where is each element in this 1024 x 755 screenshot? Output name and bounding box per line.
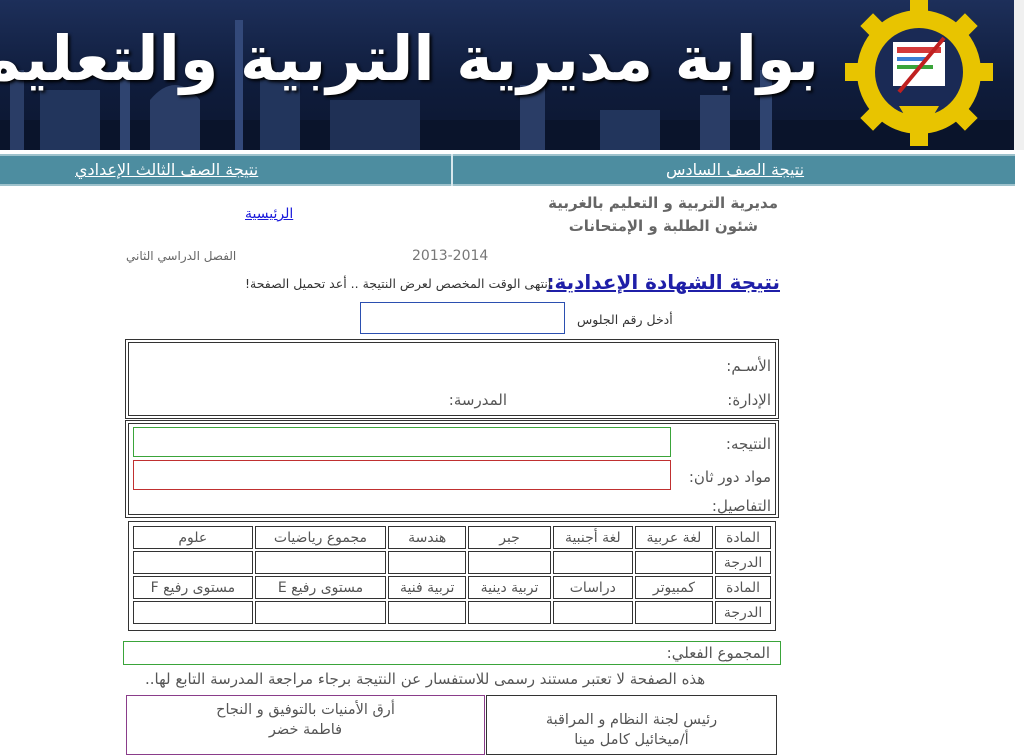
disclaimer-text: هذه الصفحة لا تعتبر مستند رسمى للاستفسار… bbox=[145, 670, 706, 688]
actual-total-label: المجموع الفعلي: bbox=[666, 644, 770, 662]
nav-link-sixth-grade-result[interactable]: نتيجة الصف السادس bbox=[666, 156, 804, 184]
academic-year: 2013-2014 bbox=[412, 248, 489, 264]
committee-head-title: رئيس لجنة النظام و المراقبة bbox=[545, 712, 718, 728]
table-cell: الدرجة bbox=[715, 551, 771, 574]
second-round-label: مواد دور ثان: bbox=[688, 468, 771, 486]
wishes-text: أرق الأمنيات بالتوفيق و النجاح bbox=[216, 702, 395, 718]
name-label: الأسـم: bbox=[726, 357, 771, 375]
table-cell bbox=[468, 551, 551, 574]
banner-title: بوابة مديرية التربية والتعليم بالغربية bbox=[0, 22, 819, 95]
certificate-result-title: نتيجة الشهادة الإعدادية: bbox=[546, 270, 780, 294]
seat-number-label: أدخل رقم الجلوس bbox=[577, 312, 673, 327]
table-cell: مجموع رياضيات bbox=[254, 526, 387, 549]
committee-head-name: أ/ميخائيل كامل مينا bbox=[574, 732, 689, 748]
table-cell bbox=[634, 601, 714, 624]
site-banner: بوابة مديرية التربية والتعليم بالغربية bbox=[0, 0, 1014, 150]
directorate-name: مديرية التربية و التعليم بالغربية bbox=[548, 194, 778, 212]
table-row: الدرجة bbox=[133, 601, 771, 624]
table-cell: تربية فنية bbox=[388, 576, 467, 599]
table-cell bbox=[388, 551, 467, 574]
school-label: المدرسة: bbox=[448, 391, 507, 409]
administration-label: الإدارة: bbox=[727, 391, 771, 409]
grades-table: المادة لغة عربية لغة أجنبية جبر هندسة مج… bbox=[128, 521, 776, 631]
table-cell: المادة bbox=[715, 576, 771, 599]
home-link[interactable]: الرئيسية bbox=[245, 206, 293, 222]
results-nav-bar: نتيجة الصف السادس نتيجة الصف الثالث الإع… bbox=[0, 154, 1015, 186]
result-label: النتيجه: bbox=[725, 435, 771, 453]
result-value-box bbox=[133, 427, 671, 457]
actual-total-box: المجموع الفعلي: bbox=[123, 641, 781, 665]
gear-logo-icon bbox=[845, 0, 993, 146]
table-cell: علوم bbox=[133, 526, 253, 549]
table-cell bbox=[254, 601, 387, 624]
wishes-name: فاطمة خضر bbox=[268, 722, 343, 738]
table-row: المادة كمبيوتر دراسات تربية دينية تربية … bbox=[133, 576, 771, 599]
table-cell: لغة أجنبية bbox=[552, 526, 633, 549]
seat-number-input[interactable] bbox=[360, 302, 565, 334]
table-row: المادة لغة عربية لغة أجنبية جبر هندسة مج… bbox=[133, 526, 771, 549]
table-cell: كمبيوتر bbox=[634, 576, 714, 599]
department-name: شئون الطلبة و الإمتحانات bbox=[568, 217, 758, 235]
nav-link-third-prep-result[interactable]: نتيجة الصف الثالث الإعدادي bbox=[75, 156, 258, 184]
table-cell: هندسة bbox=[388, 526, 467, 549]
table-cell bbox=[133, 551, 253, 574]
semester-label: الفصل الدراسي الثاني bbox=[126, 249, 237, 263]
table-cell bbox=[634, 551, 714, 574]
table-cell bbox=[552, 551, 633, 574]
details-label: التفاصيل: bbox=[711, 497, 771, 515]
nav-divider bbox=[451, 154, 453, 186]
wishes-signature: أرق الأمنيات بالتوفيق و النجاح فاطمة خضر bbox=[126, 695, 485, 755]
directorate-header: مديرية التربية و التعليم بالغربية شئون ا… bbox=[548, 192, 778, 238]
table-cell bbox=[254, 551, 387, 574]
second-round-value-box bbox=[133, 460, 671, 490]
table-cell: تربية دينية bbox=[468, 576, 551, 599]
table-cell: المادة bbox=[715, 526, 771, 549]
table-cell bbox=[388, 601, 467, 624]
table-cell bbox=[468, 601, 551, 624]
table-cell: لغة عربية bbox=[634, 526, 714, 549]
table-cell bbox=[552, 601, 633, 624]
table-cell: جبر bbox=[468, 526, 551, 549]
result-box: النتيجه: مواد دور ثان: التفاصيل: bbox=[125, 420, 779, 518]
table-cell: مستوى رفيع E bbox=[254, 576, 387, 599]
time-expired-message: إنتهى الوقت المخصص لعرض النتيجة .. أعد ت… bbox=[245, 276, 552, 291]
student-info-box: الأسـم: الإدارة: المدرسة: bbox=[125, 339, 779, 419]
table-cell bbox=[133, 601, 253, 624]
table-cell: دراسات bbox=[552, 576, 633, 599]
banner-edge bbox=[1014, 0, 1024, 150]
committee-head-signature: رئيس لجنة النظام و المراقبة أ/ميخائيل كا… bbox=[486, 695, 777, 755]
table-cell: الدرجة bbox=[715, 601, 771, 624]
table-row: الدرجة bbox=[133, 551, 771, 574]
table-cell: مستوى رفيع F bbox=[133, 576, 253, 599]
